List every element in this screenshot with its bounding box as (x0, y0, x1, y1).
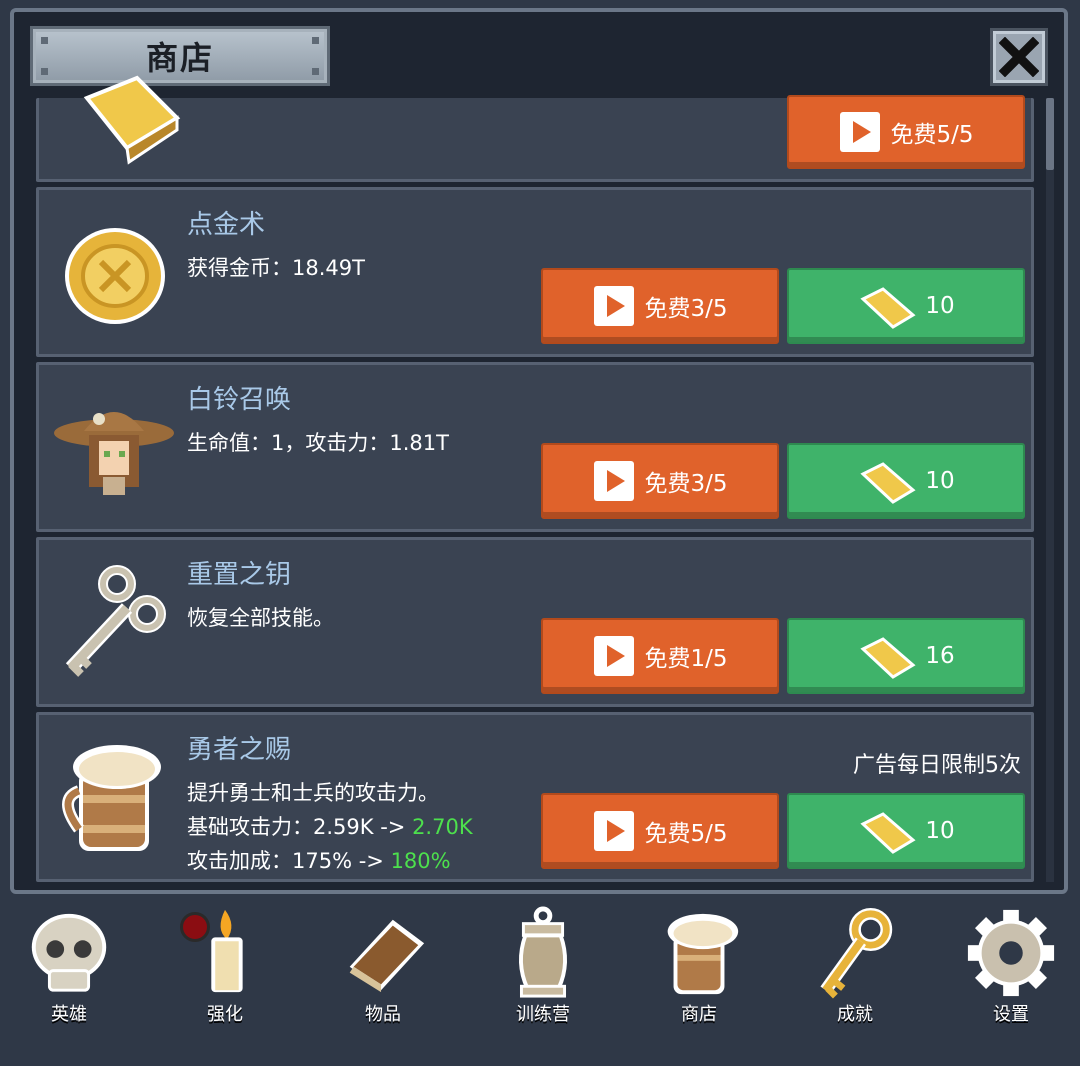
price-label: 10 (925, 468, 955, 494)
gold-coin-icon (65, 228, 165, 324)
notification-dot (180, 912, 210, 942)
buy-gold-button[interactable]: 10 (787, 443, 1025, 519)
nav-settings[interactable]: 设置 (946, 906, 1076, 1026)
buy-gold-button[interactable]: 10 (787, 268, 1025, 344)
free-button[interactable]: 免费3/5 (541, 443, 779, 519)
gold-bar-icon (83, 75, 181, 165)
buy-gold-button[interactable]: 16 (787, 618, 1025, 694)
video-play-icon (594, 636, 635, 676)
item-stat-attack: 基础攻击力：2.59K -> 2.70K (187, 811, 473, 841)
item-desc: 恢复全部技能。 (187, 606, 334, 630)
video-play-icon (594, 461, 635, 501)
stat-new: 2.70K (412, 815, 473, 839)
shop-row-reset-key: 重置之钥 恢复全部技能。 免费1/5 16 (36, 537, 1034, 707)
free-button-label: 免费5/5 (890, 122, 974, 148)
beer-mug-icon (667, 913, 739, 995)
price-label: 10 (925, 293, 955, 319)
video-play-icon (840, 112, 881, 152)
stat-old: 攻击加成：175% -> (187, 849, 391, 873)
scrollbar[interactable] (1046, 98, 1054, 882)
nav-label: 设置 (993, 1004, 1029, 1025)
nav-label: 英雄 (51, 1004, 87, 1025)
scroll-thumb[interactable] (1046, 98, 1054, 170)
nav-label: 商店 (681, 1004, 717, 1025)
shop-row-hero-gift: 勇者之赐 提升勇士和士兵的攻击力。 基础攻击力：2.59K -> 2.70K 攻… (36, 712, 1034, 882)
stat-old: 基础攻击力：2.59K -> (187, 815, 413, 839)
girl-hat-icon (54, 412, 174, 495)
price-label: 16 (925, 643, 955, 669)
nav-training-camp[interactable]: 训练营 (478, 906, 608, 1026)
shop-row-midas: 点金术 获得金币：18.49T 免费3/5 10 (36, 187, 1034, 357)
beer-mug-icon (62, 745, 161, 851)
video-play-icon (594, 811, 635, 851)
close-button[interactable] (990, 28, 1048, 86)
free-button-label: 免费1/5 (644, 646, 728, 672)
nav-achievements[interactable]: 成就 (790, 906, 920, 1026)
item-desc: 提升勇士和士兵的攻击力。 (187, 781, 439, 805)
item-name: 点金术 (187, 210, 266, 240)
gold-bar-icon (860, 812, 916, 854)
gold-bar-icon (860, 462, 916, 504)
book-icon (349, 919, 425, 993)
item-desc: 生命值：1，攻击力：1.81T (187, 431, 449, 455)
free-button[interactable]: 免费3/5 (541, 268, 779, 344)
free-button[interactable]: 免费5/5 (787, 95, 1025, 169)
close-icon (999, 37, 1039, 77)
item-stat-bonus: 攻击加成：175% -> 180% (187, 845, 451, 875)
nav-shop[interactable]: 商店 (634, 906, 764, 1026)
free-button[interactable]: 免费5/5 (541, 793, 779, 869)
item-name: 白铃召唤 (187, 385, 292, 415)
nav-label: 训练营 (516, 1004, 570, 1025)
key-icon (820, 907, 893, 999)
ad-limit-note: 广告每日限制5次 (853, 753, 1021, 778)
gear-icon (967, 909, 1055, 997)
free-button-label: 免费3/5 (644, 296, 728, 322)
nav-label: 物品 (365, 1004, 401, 1025)
free-button-label: 免费3/5 (644, 471, 728, 497)
gold-bar-icon (860, 287, 916, 329)
silver-key-icon (65, 565, 166, 677)
free-button-label: 免费5/5 (644, 821, 728, 847)
shop-row-gold-bar: 免费5/5 (36, 75, 1034, 182)
shop-row-summon: 白铃召唤 生命值：1，攻击力：1.81T 免费3/5 10 (36, 362, 1034, 532)
item-name: 勇者之赐 (187, 735, 292, 765)
skull-icon (31, 913, 107, 992)
nav-items[interactable]: 物品 (318, 906, 448, 1026)
buy-gold-button[interactable]: 10 (787, 793, 1025, 869)
free-button[interactable]: 免费1/5 (541, 618, 779, 694)
lantern-icon (519, 906, 567, 998)
price-label: 10 (925, 818, 955, 844)
gold-bar-icon (860, 637, 916, 679)
video-play-icon (594, 286, 635, 326)
item-desc: 获得金币：18.49T (187, 256, 365, 280)
nav-label: 强化 (207, 1004, 243, 1025)
nav-label: 成就 (837, 1004, 873, 1025)
nav-heroes[interactable]: 英雄 (4, 906, 134, 1026)
stat-new: 180% (390, 849, 451, 873)
item-name: 重置之钥 (187, 560, 292, 590)
